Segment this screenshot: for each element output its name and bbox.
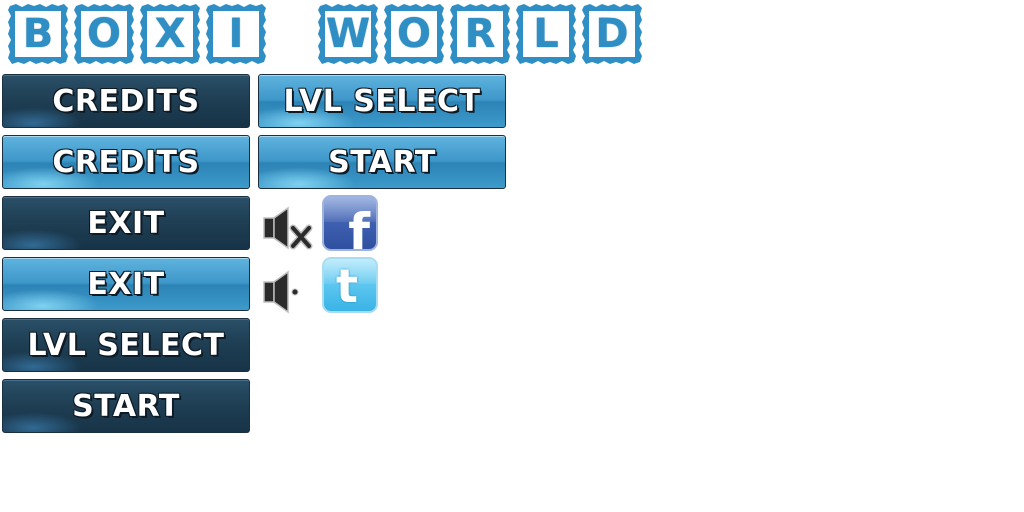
facebook-icon[interactable]: f [322, 195, 378, 251]
credits-button-hover[interactable]: CREDITS [2, 135, 250, 189]
start-button-label: START [72, 388, 180, 424]
title-letter: W [325, 11, 371, 57]
credits-button-label: CREDITS [52, 144, 200, 180]
lvl-select-button[interactable]: LVL SELECT [2, 318, 250, 372]
credits-button-label: CREDITS [52, 83, 200, 119]
twitter-t-glyph: t [336, 259, 358, 313]
title-tile: I [206, 4, 266, 64]
title-tile: B [8, 4, 68, 64]
title-letter: X [154, 11, 186, 57]
exit-button[interactable]: EXIT [2, 196, 250, 250]
twitter-icon[interactable]: t [322, 257, 378, 313]
speaker-icon[interactable] [262, 270, 302, 316]
lvl-select-button-label: LVL SELECT [27, 327, 225, 363]
lvl-select-button-hover[interactable]: LVL SELECT [258, 74, 506, 128]
game-title: B O X I W O R L D [0, 0, 660, 68]
credits-button[interactable]: CREDITS [2, 74, 250, 128]
exit-button-hover[interactable]: EXIT [2, 257, 250, 311]
facebook-f-glyph: f [348, 203, 370, 251]
title-tile: R [450, 4, 510, 64]
title-tile: L [516, 4, 576, 64]
title-letter: O [396, 11, 431, 57]
title-tile: W [318, 4, 378, 64]
speaker-muted-icon[interactable] [262, 206, 314, 252]
title-letter: O [86, 11, 121, 57]
exit-button-label: EXIT [87, 266, 165, 302]
start-button[interactable]: START [2, 379, 250, 433]
title-tile: D [582, 4, 642, 64]
lvl-select-button-label: LVL SELECT [283, 83, 481, 119]
title-tile: X [140, 4, 200, 64]
title-letter: D [595, 11, 629, 57]
start-button-hover[interactable]: START [258, 135, 506, 189]
title-letter: I [228, 11, 244, 57]
title-letter: R [464, 11, 496, 57]
start-button-label: START [328, 144, 436, 180]
title-letter: B [22, 11, 54, 57]
title-letter: L [533, 11, 559, 57]
title-tile: O [74, 4, 134, 64]
exit-button-label: EXIT [87, 205, 165, 241]
title-tile: O [384, 4, 444, 64]
